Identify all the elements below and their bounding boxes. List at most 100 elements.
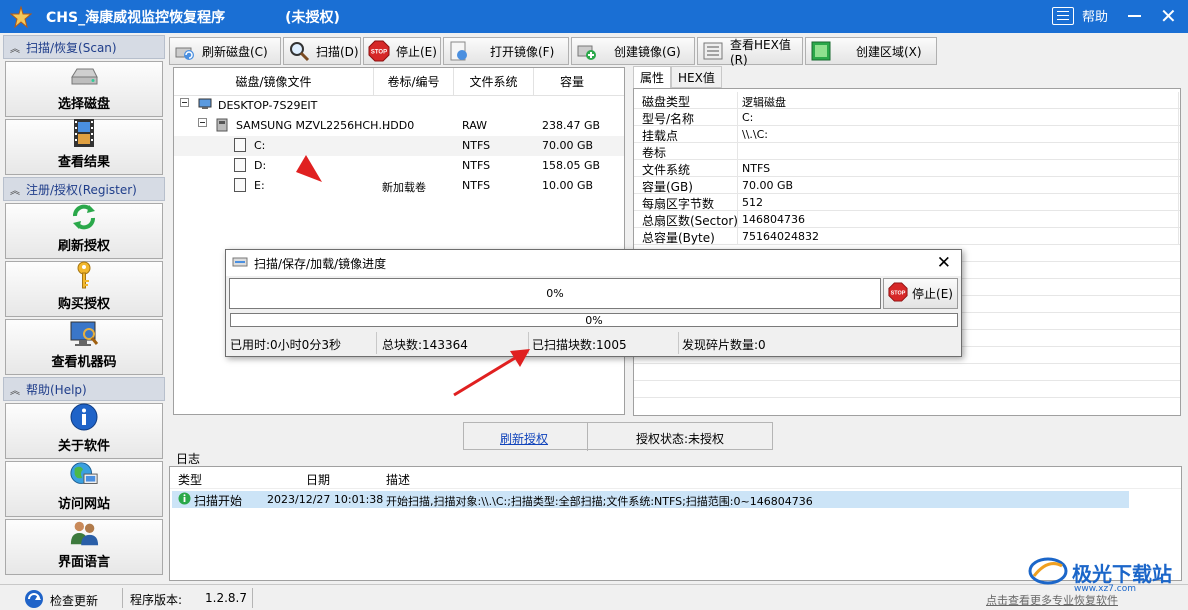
help-label: 帮助	[1082, 10, 1109, 25]
license-tag: (未授权)	[285, 9, 340, 26]
more-software-link[interactable]: 点击查看更多专业恢复软件	[986, 592, 1118, 608]
disk-fs: RAW	[462, 119, 487, 132]
disk-name: C:	[254, 139, 266, 152]
prop-row: 卷标	[634, 143, 1180, 160]
prop-value: 512	[742, 196, 763, 209]
sidebar-item-label: 刷新授权	[57, 239, 110, 254]
close-window-button[interactable]: ✕	[1160, 4, 1177, 28]
progress-main-text: 0%	[546, 287, 564, 300]
prop-key: 型号/名称	[642, 112, 695, 126]
sidebar-item-label: 查看机器码	[51, 355, 117, 370]
sidebar-item-select-disk[interactable]: 选择磁盘	[5, 61, 163, 117]
prop-row: 文件系统 NTFS	[634, 160, 1180, 177]
refresh-disk-button[interactable]: 刷新磁盘(C)	[169, 37, 281, 65]
minimize-button[interactable]	[1128, 15, 1141, 17]
disk-label: 新加载卷	[382, 181, 426, 194]
computer-icon	[198, 98, 212, 113]
prop-key: 卷标	[642, 146, 667, 160]
sidebar-item-about[interactable]: 关于软件	[5, 403, 163, 459]
table-row-volume-e[interactable]: E: 新加载卷 NTFS 10.00 GB	[174, 176, 624, 196]
log-header: 类型 日期 描述	[170, 467, 1181, 489]
disk-fs: NTFS	[462, 179, 491, 192]
sidebar-item-refresh-license[interactable]: 刷新授权	[5, 203, 163, 259]
volume-icon	[234, 178, 246, 195]
sidebar-section-help[interactable]: ︽ 帮助(Help)	[3, 377, 165, 401]
header-disk[interactable]: 磁盘/镜像文件	[174, 68, 374, 95]
check-update-button[interactable]: 检查更新	[24, 589, 98, 610]
watermark-title: 极光下载站	[1072, 562, 1172, 586]
volume-icon	[234, 138, 246, 155]
sidebar-item-website[interactable]: 访问网站	[5, 461, 163, 517]
log-label: 日志	[176, 452, 201, 466]
header-fs[interactable]: 文件系统	[454, 68, 534, 95]
sidebar-item-buy-license[interactable]: 购买授权	[5, 261, 163, 317]
dialog-stop-button[interactable]: STOP 停止(E)	[883, 278, 958, 309]
collapse-tree-icon[interactable]	[180, 97, 189, 110]
collapse-icon: ︽	[10, 43, 20, 55]
sidebar-item-label: 关于软件	[57, 439, 110, 454]
collapse-tree-icon[interactable]	[198, 117, 207, 130]
title-bar: CHS_海康威视监控恢复程序 (未授权) 帮助 ✕	[0, 0, 1188, 33]
dialog-stop-label: 停止(E)	[912, 287, 953, 301]
prop-value: 75164024832	[742, 230, 819, 243]
tab-hex[interactable]: HEX值	[671, 66, 722, 88]
log-type: 扫描开始	[194, 494, 243, 508]
create-image-button[interactable]: 创建镜像(G)	[571, 37, 695, 65]
sidebar-item-view-results[interactable]: 查看结果	[5, 119, 163, 175]
sidebar-item-label: 查看结果	[57, 155, 110, 170]
sidebar-item-label: 选择磁盘	[57, 97, 110, 112]
scan-button[interactable]: 扫描(D)	[283, 37, 361, 65]
dialog-title: 扫描/保存/加载/镜像进度	[254, 256, 387, 271]
volume-icon	[234, 158, 246, 175]
table-row-computer[interactable]: DESKTOP-7S29EIT	[174, 96, 624, 116]
view-hex-button[interactable]: 查看HEX值(R)	[697, 37, 803, 67]
create-image-icon	[576, 40, 598, 62]
prop-row: 容量(GB) 70.00 GB	[634, 177, 1180, 194]
open-image-button[interactable]: 打开镜像(F)	[443, 37, 569, 65]
prop-value: 逻辑磁盘	[742, 96, 786, 109]
sidebar-section-register[interactable]: ︽ 注册/授权(Register)	[3, 177, 165, 201]
toolbar-label: 打开镜像(F)	[490, 44, 555, 59]
sidebar-item-language[interactable]: 界面语言	[5, 519, 163, 575]
dialog-close-icon[interactable]: ✕	[937, 253, 951, 273]
status-bar: 检查更新 程序版本: 1.2.8.7 点击查看更多专业恢复软件	[0, 584, 1188, 610]
header-size[interactable]: 容量	[534, 68, 610, 95]
disk-name: D:	[254, 159, 267, 172]
watermark-url: www.xz7.com	[1074, 584, 1136, 594]
help-button[interactable]: 帮助	[1052, 6, 1108, 25]
update-icon	[24, 589, 44, 610]
license-status: 授权状态:未授权	[636, 432, 725, 446]
table-row-volume-c[interactable]: C: NTFS 70.00 GB	[174, 136, 624, 156]
scanned-blocks: 已扫描块数:1005	[532, 338, 627, 352]
prop-row: 总容量(Byte) 75164024832	[634, 228, 1180, 245]
total-blocks: 总块数:143364	[382, 338, 468, 352]
prop-value: 146804736	[742, 213, 805, 226]
create-region-button[interactable]: 创建区域(X)	[805, 37, 937, 65]
toolbar-label: 创建区域(X)	[856, 44, 922, 59]
toolbar: 刷新磁盘(C) 扫描(D) STOP 停止(E) 打开镜像(F) 创建镜像(G)…	[169, 37, 943, 67]
hex-icon	[702, 40, 724, 62]
section-label: 注册/授权(Register)	[26, 182, 137, 197]
info-icon	[178, 492, 191, 508]
disk-name: DESKTOP-7S29EIT	[218, 99, 318, 112]
users-icon	[69, 518, 99, 548]
progress-bar-main: 0%	[229, 278, 881, 309]
log-header-date[interactable]: 日期	[306, 471, 330, 488]
prop-key: 磁盘类型	[642, 95, 691, 109]
log-header-desc[interactable]: 描述	[386, 471, 410, 488]
refresh-license-link[interactable]: 刷新授权	[500, 430, 548, 447]
disk-table-header: 磁盘/镜像文件 卷标/编号 文件系统 容量	[174, 68, 624, 96]
log-row[interactable]: 扫描开始 2023/12/27 10:01:38 开始扫描,扫描对象:\\.\C…	[172, 491, 1129, 508]
toolbar-label: 停止(E)	[396, 44, 437, 59]
log-date: 2023/12/27 10:01:38	[267, 493, 384, 506]
prop-value: C:	[742, 111, 754, 124]
log-header-type[interactable]: 类型	[178, 471, 202, 488]
sidebar-item-machine-code[interactable]: 查看机器码	[5, 319, 163, 375]
header-label[interactable]: 卷标/编号	[374, 68, 454, 95]
prop-key: 挂载点	[642, 129, 679, 143]
table-row-physical-disk[interactable]: SAMSUNG MZVL2256HCH… HDD0 RAW 238.47 GB	[174, 116, 624, 136]
table-row-volume-d[interactable]: D: NTFS 158.05 GB	[174, 156, 624, 176]
tab-properties[interactable]: 属性	[633, 66, 672, 88]
sidebar-section-scan[interactable]: ︽ 扫描/恢复(Scan)	[3, 35, 165, 59]
stop-button[interactable]: STOP 停止(E)	[363, 37, 441, 65]
